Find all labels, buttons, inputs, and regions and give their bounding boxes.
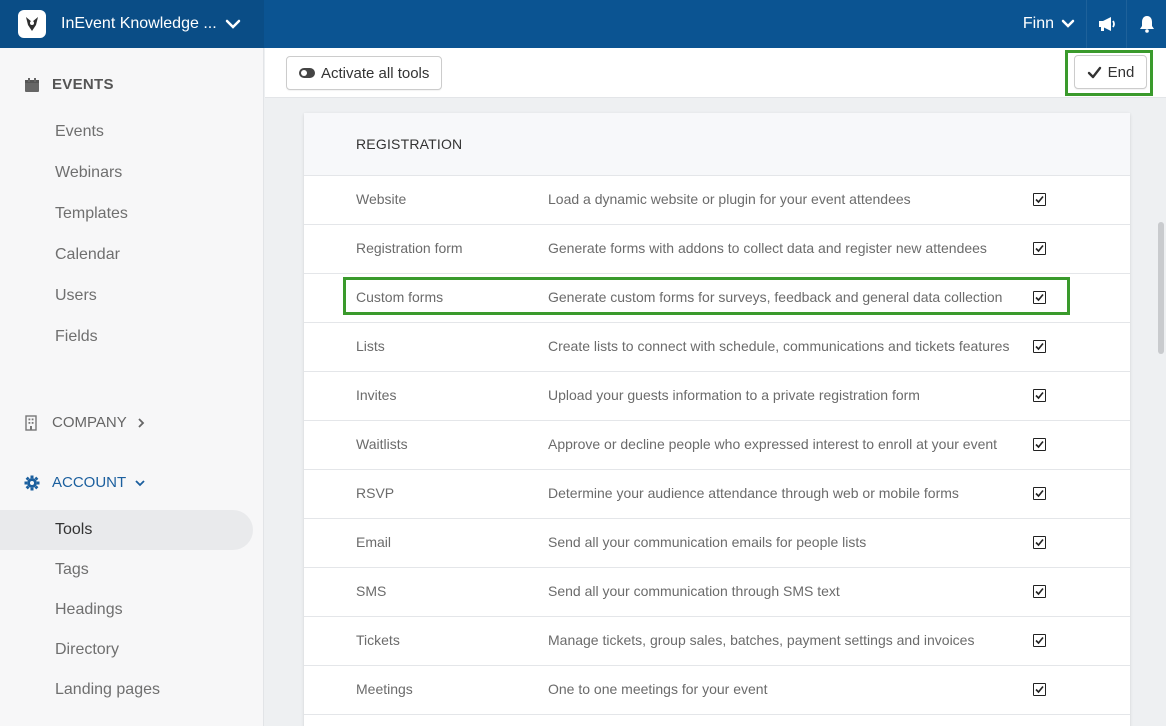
user-area: Finn xyxy=(1023,0,1166,48)
sidebar-section-label: COMPANY xyxy=(52,414,127,431)
sidebar: EVENTS Events Webinars Templates Calenda… xyxy=(0,48,264,726)
tool-description: Create lists to connect with schedule, c… xyxy=(548,338,1010,354)
tool-name: Registration form xyxy=(356,240,463,256)
table-row: Lists Create lists to connect with schedu… xyxy=(304,323,1130,372)
toggle-icon xyxy=(299,68,315,78)
activate-all-tools-label: Activate all tools xyxy=(321,64,430,82)
sidebar-item-tools[interactable]: Tools xyxy=(0,510,253,550)
tool-checkbox[interactable] xyxy=(1033,340,1046,353)
tool-checkbox[interactable] xyxy=(1033,438,1046,451)
tool-checkbox[interactable] xyxy=(1033,389,1046,402)
sidebar-item-fields[interactable]: Fields xyxy=(0,317,253,357)
table-row: SMS Send all your communication through S… xyxy=(304,568,1130,617)
chevron-down-icon xyxy=(224,15,242,33)
check-icon xyxy=(1035,342,1044,351)
tool-description: Determine your audience attendance throu… xyxy=(548,485,959,501)
section-title: REGISTRATION xyxy=(304,113,1130,176)
table-row: Waitlists Approve or decline people who e… xyxy=(304,421,1130,470)
table-row: Meetings One to one meetings for your eve… xyxy=(304,666,1130,715)
sidebar-item-templates[interactable]: Templates xyxy=(0,194,253,234)
bell-icon[interactable] xyxy=(1126,0,1166,48)
tool-description: Send all your communication emails for p… xyxy=(548,534,867,550)
sidebar-item-tags[interactable]: Tags xyxy=(0,550,253,590)
sidebar-item-events[interactable]: Events xyxy=(0,112,253,152)
sidebar-item-directory[interactable]: Directory xyxy=(0,630,253,670)
tool-checkbox[interactable] xyxy=(1033,536,1046,549)
tool-name: Invites xyxy=(356,387,397,403)
toolbar: Activate all tools End xyxy=(265,48,1166,98)
chevron-down-icon xyxy=(134,477,146,489)
tool-name: Website xyxy=(356,191,407,207)
tool-name: Email xyxy=(356,534,392,550)
tool-checkbox[interactable] xyxy=(1033,487,1046,500)
tool-description: Load a dynamic website or plugin for you… xyxy=(548,191,911,207)
calendar-icon xyxy=(24,77,40,93)
tool-checkbox[interactable] xyxy=(1033,634,1046,647)
table-row: Website Load a dynamic website or plugin … xyxy=(304,176,1130,225)
tool-name: Waitlists xyxy=(356,436,408,452)
megaphone-icon[interactable] xyxy=(1086,0,1126,48)
tool-description: Generate forms with addons to collect da… xyxy=(548,240,987,256)
page-scrollbar[interactable] xyxy=(1158,222,1164,354)
sidebar-section-label: EVENTS xyxy=(52,76,114,93)
event-switcher[interactable]: InEvent Knowledge ... xyxy=(0,0,264,48)
sidebar-section-company[interactable]: COMPANY xyxy=(24,414,147,431)
tool-description: Approve or decline people who expressed … xyxy=(548,436,998,452)
activate-all-tools-button[interactable]: Activate all tools xyxy=(286,56,443,90)
check-icon xyxy=(1035,685,1044,694)
end-button[interactable]: End xyxy=(1074,55,1147,89)
tool-name: SMS xyxy=(356,583,387,599)
custom-forms-row-highlight xyxy=(343,277,1070,315)
tool-checkbox[interactable] xyxy=(1033,193,1046,206)
tool-name: RSVP xyxy=(356,485,395,501)
tool-description: Send all your communication through SMS … xyxy=(548,583,840,599)
chevron-down-icon[interactable] xyxy=(1060,16,1076,32)
top-bar: InEvent Knowledge ... Finn xyxy=(0,0,1166,48)
tool-name: Tickets xyxy=(356,632,400,648)
table-row: Tickets Manage tickets, group sales, batc… xyxy=(304,617,1130,666)
check-icon xyxy=(1035,195,1044,204)
table-row: Email Send all your communication emails … xyxy=(304,519,1130,568)
tool-description: Upload your guests information to a priv… xyxy=(548,387,920,403)
user-menu[interactable]: Finn xyxy=(1023,15,1054,33)
tool-checkbox[interactable] xyxy=(1033,242,1046,255)
tool-name: Lists xyxy=(356,338,385,354)
tool-description: One to one meetings for your event xyxy=(548,681,768,697)
table-row: RSVP Determine your audience attendance t… xyxy=(304,470,1130,519)
table-row: Invites Upload your guests information to… xyxy=(304,372,1130,421)
tool-name: Meetings xyxy=(356,681,413,697)
check-icon xyxy=(1035,489,1044,498)
sidebar-section-account[interactable]: ACCOUNT xyxy=(24,474,146,491)
sidebar-section-label: ACCOUNT xyxy=(52,474,127,491)
tool-checkbox[interactable] xyxy=(1033,683,1046,696)
registration-tools-card: REGISTRATION Website Load a dynamic websi… xyxy=(304,113,1130,726)
sidebar-item-calendar[interactable]: Calendar xyxy=(0,235,253,275)
sidebar-item-headings[interactable]: Headings xyxy=(0,590,253,630)
tool-checkbox[interactable] xyxy=(1033,585,1046,598)
sidebar-item-landing-pages[interactable]: Landing pages xyxy=(0,670,253,710)
check-icon xyxy=(1035,538,1044,547)
end-button-label: End xyxy=(1107,63,1135,81)
chevron-right-icon xyxy=(135,417,147,429)
sidebar-item-users[interactable]: Users xyxy=(0,276,253,316)
app-logo-icon xyxy=(18,10,46,38)
check-icon xyxy=(1035,440,1044,449)
check-icon xyxy=(1035,244,1044,253)
table-row: Registration form Generate forms with add… xyxy=(304,225,1130,274)
gear-icon xyxy=(24,475,40,491)
check-icon xyxy=(1035,587,1044,596)
tool-description: Manage tickets, group sales, batches, pa… xyxy=(548,632,975,648)
check-icon xyxy=(1035,636,1044,645)
sidebar-item-webinars[interactable]: Webinars xyxy=(0,153,253,193)
check-icon xyxy=(1087,65,1102,80)
event-name: InEvent Knowledge ... xyxy=(61,15,217,32)
sidebar-section-events: EVENTS xyxy=(24,76,114,93)
building-icon xyxy=(24,414,40,431)
check-icon xyxy=(1035,391,1044,400)
